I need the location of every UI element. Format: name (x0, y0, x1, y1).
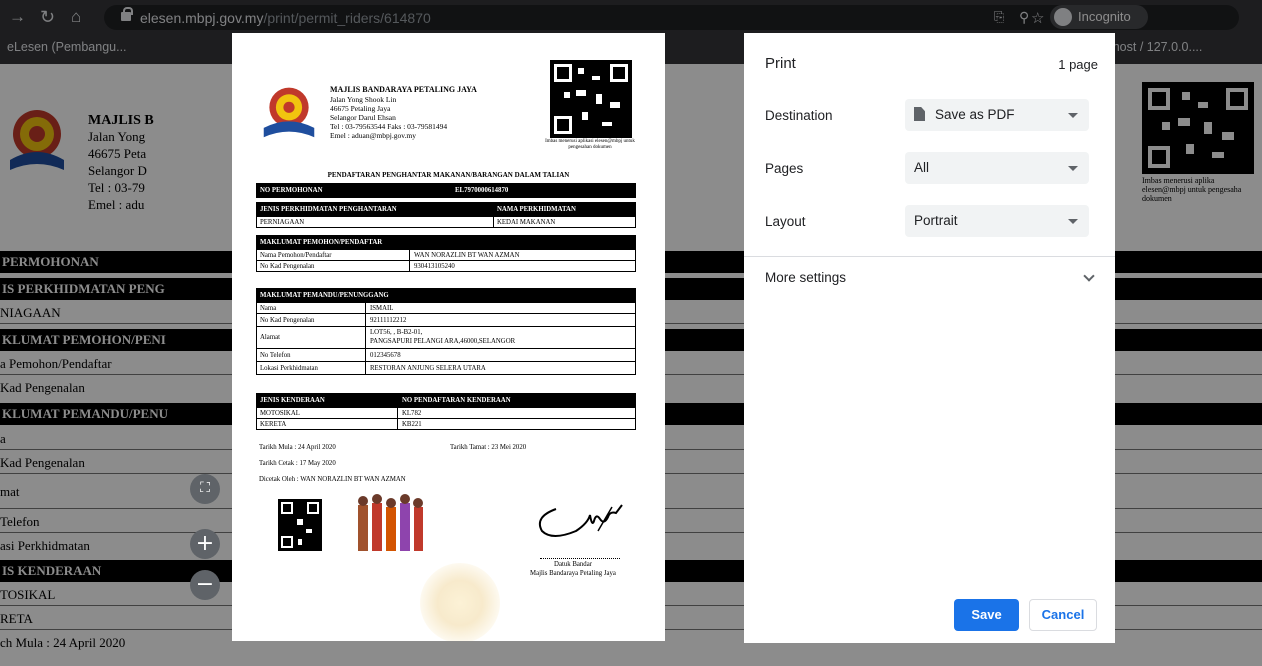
print-title: Print (765, 55, 796, 72)
save-button[interactable]: Save (954, 599, 1019, 631)
table-row: No Telefon 012345678 (257, 348, 635, 361)
zoom-out-button[interactable]: − (190, 570, 220, 600)
pages-value: All (914, 160, 930, 175)
table-row: KERETA KB221 (257, 418, 635, 429)
pages-select[interactable]: All (905, 152, 1089, 184)
tarikh-mula: Tarikh Mula : 24 April 2020 (259, 444, 336, 451)
permohonan-table: NO PERMOHONAN EL7970000614870 (256, 183, 636, 198)
print-dialog: Print 1 page Destination Save as PDF Pag… (744, 33, 1115, 643)
tarikh-cetak: Tarikh Cetak : 17 May 2020 (259, 460, 336, 467)
layout-label: Layout (765, 214, 806, 229)
council-name: MAJLIS BANDARAYA PETALING JAYA (330, 85, 477, 94)
expand-chevron-icon[interactable] (1083, 270, 1095, 282)
table-row: Nama Pemohon/Pendaftar WAN NORAZLIN BT W… (257, 249, 635, 260)
table-row: No Kad Pengenalan 930413105240 (257, 260, 635, 271)
signature-line (540, 558, 620, 559)
chevron-down-icon (1068, 113, 1078, 118)
layout-select[interactable]: Portrait (905, 205, 1089, 237)
address-line-4: Tel : 03-79563544 Faks : 03-79581494 (330, 122, 448, 131)
signatory-name: Datuk Bandar (554, 561, 592, 568)
perkhidmatan-header: JENIS PERKHIDMATAN PENGHANTARAN NAMA PER… (257, 203, 635, 216)
watermark-logo (420, 563, 500, 641)
pemandu-header: MAKLUMAT PEMANDU/PENUNGGANG (257, 289, 635, 302)
permohonan-header: NO PERMOHONAN EL7970000614870 (257, 184, 635, 197)
settings-divider (744, 256, 1115, 257)
table-row: MOTOSIKAL KL782 (257, 407, 635, 418)
kenderaan-header: JENIS KENDERAAN NO PENDAFTARAN KENDERAAN (257, 394, 635, 407)
pages-label: Pages (765, 161, 804, 176)
destination-value: Save as PDF (935, 107, 1015, 122)
table-row: Nama ISMAIL (257, 302, 635, 313)
address-line-5: Emel : aduan@mbpj.gov.my (330, 131, 416, 140)
browser-window: → ↻ ⌂ elesen.mbpj.gov.my/print/permit_ri… (0, 0, 1262, 666)
table-row: Alamat LOT56, , B-B2-01, PANGSAPURI PELA… (257, 326, 635, 348)
page-count: 1 page (1058, 57, 1098, 72)
destination-select[interactable]: Save as PDF (905, 99, 1089, 131)
perkhidmatan-table: JENIS PERKHIDMATAN PENGHANTARAN NAMA PER… (256, 202, 636, 228)
fit-to-page-button[interactable]: ⛶ (190, 474, 220, 504)
table-row: PERNIAGAAN KEDAI MAKANAN (257, 216, 635, 227)
address-line-3: Selangor Darul Ehsan (330, 113, 396, 122)
qr-code (550, 60, 632, 138)
qr-note: Imbas menerusi aplikasi elesen@mbpj untu… (545, 139, 635, 150)
layout-value: Portrait (914, 213, 958, 228)
mbpj-logo-icon (263, 87, 315, 138)
cancel-button[interactable]: Cancel (1029, 599, 1097, 631)
print-preview-page: MAJLIS BANDARAYA PETALING JAYA Jalan Yon… (232, 33, 665, 641)
address-line-1: Jalan Yong Shook Lin (330, 95, 397, 104)
destination-label: Destination (765, 108, 833, 123)
table-row: Lokasi Perkhidmatan RESTORAN ANJUNG SELE… (257, 361, 635, 374)
tarikh-tamat: Tarikh Tamat : 23 Mei 2020 (450, 444, 527, 451)
signature-image (538, 504, 623, 537)
signatory-org: Majlis Bandaraya Petaling Jaya (530, 570, 616, 577)
no-permohonan-value: EL7970000614870 (455, 187, 509, 194)
pdf-file-icon (914, 107, 925, 121)
pemohon-header: MAKLUMAT PEMOHON/PENDAFTAR (257, 236, 635, 249)
kenderaan-table: JENIS KENDERAAN NO PENDAFTARAN KENDERAAN… (256, 393, 636, 430)
chevron-down-icon (1068, 166, 1078, 171)
zoom-in-button[interactable]: + (190, 529, 220, 559)
more-settings-toggle[interactable]: More settings (765, 270, 846, 285)
document-title: PENDAFTARAN PENGHANTAR MAKANAN/BARANGAN … (327, 171, 570, 179)
cultural-figures-image (358, 494, 423, 551)
pemandu-table: MAKLUMAT PEMANDU/PENUNGGANG Nama ISMAIL … (256, 288, 636, 375)
chevron-down-icon (1068, 219, 1078, 224)
small-qr-code (278, 499, 322, 551)
pemohon-table: MAKLUMAT PEMOHON/PENDAFTAR Nama Pemohon/… (256, 235, 636, 272)
dicetak-oleh: Dicetak Oleh : WAN NORAZLIN BT WAN AZMAN (259, 476, 406, 483)
table-row: No Kad Pengenalan 92111112212 (257, 313, 635, 326)
address-line-2: 46675 Petaling Jaya (330, 104, 391, 113)
